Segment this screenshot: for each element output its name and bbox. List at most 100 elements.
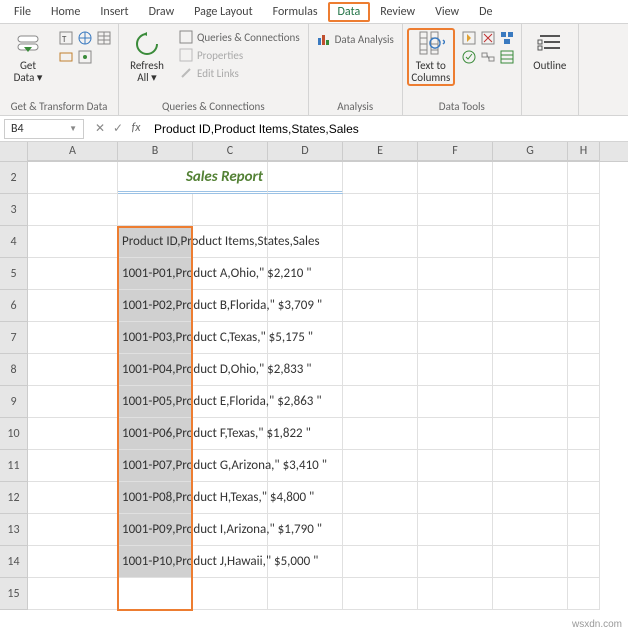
- row-header[interactable]: 14: [0, 546, 28, 578]
- cell[interactable]: [28, 546, 118, 578]
- edit-links-button[interactable]: Edit Links: [175, 64, 304, 82]
- cell[interactable]: 1001-P02,Product B,Florida," $3,709 ": [118, 290, 193, 322]
- cell[interactable]: [343, 226, 418, 258]
- outline-button[interactable]: Outline: [526, 28, 574, 74]
- row-header[interactable]: 13: [0, 514, 28, 546]
- cell[interactable]: [28, 226, 118, 258]
- cell[interactable]: [118, 194, 193, 226]
- cell[interactable]: [343, 546, 418, 578]
- cell[interactable]: [568, 194, 600, 226]
- col-header-H[interactable]: H: [568, 142, 600, 161]
- cell[interactable]: [418, 258, 493, 290]
- cell[interactable]: [193, 578, 268, 610]
- cell[interactable]: [418, 354, 493, 386]
- row-header[interactable]: 6: [0, 290, 28, 322]
- text-to-columns-button[interactable]: Text to Columns: [407, 28, 455, 86]
- cell[interactable]: 1001-P03,Product C,Texas," $5,175 ": [118, 322, 193, 354]
- cell[interactable]: [493, 418, 568, 450]
- cell[interactable]: [568, 354, 600, 386]
- cell[interactable]: [418, 450, 493, 482]
- cell[interactable]: [343, 578, 418, 610]
- cell[interactable]: [28, 578, 118, 610]
- cell[interactable]: [568, 322, 600, 354]
- cell[interactable]: [268, 194, 343, 226]
- col-header-C[interactable]: C: [193, 142, 268, 161]
- cell[interactable]: [418, 578, 493, 610]
- cell[interactable]: [493, 386, 568, 418]
- tab-data[interactable]: Data: [328, 2, 371, 22]
- cell[interactable]: [568, 258, 600, 290]
- cell[interactable]: [28, 418, 118, 450]
- cell[interactable]: 1001-P04,Product D,Ohio," $2,833 ": [118, 354, 193, 386]
- cell[interactable]: [343, 450, 418, 482]
- data-analysis-button[interactable]: Data Analysis: [313, 28, 398, 48]
- cell[interactable]: [493, 514, 568, 546]
- cell[interactable]: [493, 482, 568, 514]
- cell[interactable]: [418, 546, 493, 578]
- cell[interactable]: [343, 322, 418, 354]
- row-header[interactable]: 5: [0, 258, 28, 290]
- cell[interactable]: [343, 162, 418, 194]
- cell[interactable]: [343, 290, 418, 322]
- properties-button[interactable]: Properties: [175, 46, 304, 64]
- tab-view[interactable]: View: [425, 2, 469, 22]
- manage-data-model-icon[interactable]: [499, 49, 515, 65]
- cell[interactable]: 1001-P05,Product E,Florida," $2,863 ": [118, 386, 193, 418]
- cell[interactable]: [193, 194, 268, 226]
- cell[interactable]: [28, 514, 118, 546]
- cell[interactable]: [268, 162, 343, 194]
- cell[interactable]: Product ID,Product Items,States,Sales: [118, 226, 193, 258]
- cell[interactable]: [28, 386, 118, 418]
- cell[interactable]: 1001-P06,Product F,Texas," $1,822 ": [118, 418, 193, 450]
- cell[interactable]: 1001-P01,Product A,Ohio," $2,210 ": [118, 258, 193, 290]
- queries-connections-button[interactable]: Queries & Connections: [175, 28, 304, 46]
- consolidate-icon[interactable]: [499, 30, 515, 46]
- cell[interactable]: [343, 258, 418, 290]
- tab-file[interactable]: File: [4, 2, 41, 22]
- row-header[interactable]: 10: [0, 418, 28, 450]
- cell[interactable]: [493, 450, 568, 482]
- cell[interactable]: [568, 578, 600, 610]
- data-validation-icon[interactable]: [461, 49, 477, 65]
- cell[interactable]: [568, 418, 600, 450]
- row-header[interactable]: 4: [0, 226, 28, 258]
- cell[interactable]: [568, 546, 600, 578]
- cell[interactable]: [418, 162, 493, 194]
- select-all-corner[interactable]: [0, 142, 28, 162]
- row-header[interactable]: 8: [0, 354, 28, 386]
- tab-formulas[interactable]: Formulas: [263, 2, 328, 22]
- row-header[interactable]: 2: [0, 162, 28, 194]
- cell[interactable]: [493, 578, 568, 610]
- recent-sources-icon[interactable]: [58, 49, 74, 65]
- cell[interactable]: 1001-P10,Product J,Hawaii," $5,000 ": [118, 546, 193, 578]
- row-header[interactable]: 7: [0, 322, 28, 354]
- cell[interactable]: 1001-P07,Product G,Arizona," $3,410 ": [118, 450, 193, 482]
- from-web-icon[interactable]: [77, 30, 93, 46]
- tab-review[interactable]: Review: [370, 2, 425, 22]
- cell[interactable]: [418, 418, 493, 450]
- cell[interactable]: [418, 482, 493, 514]
- cell[interactable]: [418, 386, 493, 418]
- existing-connections-icon[interactable]: [77, 49, 93, 65]
- cancel-formula-icon[interactable]: ✕: [92, 121, 108, 136]
- col-header-D[interactable]: D: [268, 142, 343, 161]
- cell[interactable]: [568, 514, 600, 546]
- cell[interactable]: [418, 322, 493, 354]
- flash-fill-icon[interactable]: [461, 30, 477, 46]
- cell[interactable]: [493, 162, 568, 194]
- cell[interactable]: [568, 162, 600, 194]
- cell[interactable]: 1001-P08,Product H,Texas," $4,800 ": [118, 482, 193, 514]
- col-header-A[interactable]: A: [28, 142, 118, 161]
- row-header[interactable]: 3: [0, 194, 28, 226]
- get-data-button[interactable]: Get Data ▾: [4, 28, 52, 86]
- tab-draw[interactable]: Draw: [139, 2, 185, 22]
- row-header[interactable]: 12: [0, 482, 28, 514]
- row-header[interactable]: 11: [0, 450, 28, 482]
- cell[interactable]: [28, 162, 118, 194]
- insert-function-icon[interactable]: fx: [128, 121, 144, 136]
- cell[interactable]: [418, 194, 493, 226]
- relationships-icon[interactable]: [480, 49, 496, 65]
- cell[interactable]: [568, 482, 600, 514]
- cell[interactable]: [493, 226, 568, 258]
- cell[interactable]: [568, 226, 600, 258]
